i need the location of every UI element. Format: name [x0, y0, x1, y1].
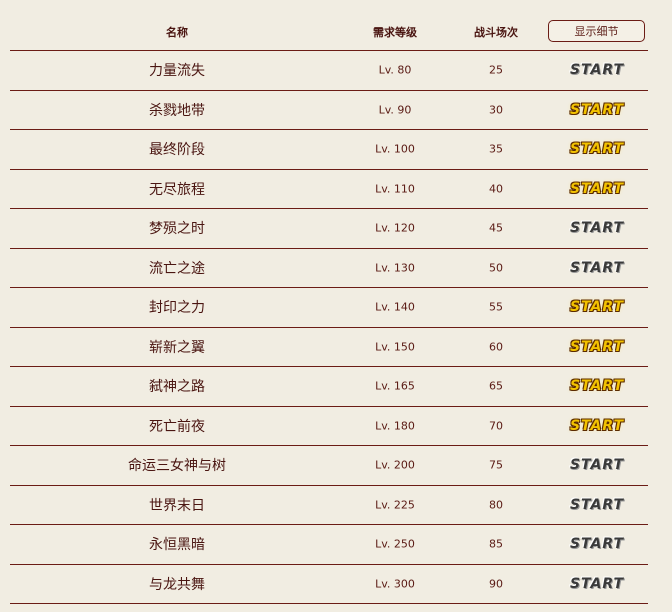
battle-count: 40 — [489, 182, 503, 196]
battle-count: 50 — [489, 261, 503, 275]
battle-count: 25 — [489, 63, 503, 77]
table-row: 力量流失 Lv. 80 25 START — [10, 51, 648, 91]
start-button[interactable]: START — [570, 339, 624, 355]
battle-count: 30 — [489, 103, 503, 117]
table-row: 无尽旅程 Lv. 110 40 START — [10, 170, 648, 209]
required-level: Lv. 80 — [378, 63, 412, 77]
quest-name: 永恒黑暗 — [149, 537, 205, 554]
start-button[interactable]: START — [570, 418, 624, 434]
quest-name: 命运三女神与树 — [128, 458, 226, 475]
start-button[interactable]: START — [570, 497, 624, 513]
battle-count: 85 — [489, 537, 503, 551]
table-row: 与龙共舞 Lv. 300 90 START — [10, 565, 648, 604]
battle-count: 90 — [489, 577, 503, 591]
quest-name: 力量流失 — [149, 63, 205, 80]
table-row: 世界末日 Lv. 225 80 START — [10, 486, 648, 525]
required-level: Lv. 225 — [375, 498, 415, 512]
start-button[interactable]: START — [570, 102, 624, 118]
required-level: Lv. 110 — [375, 182, 415, 196]
start-button[interactable]: START — [570, 299, 624, 315]
table-row: 永恒黑暗 Lv. 250 85 START — [10, 525, 648, 565]
quest-name: 死亡前夜 — [149, 418, 205, 435]
quest-name: 梦殒之时 — [149, 221, 205, 238]
quest-name: 弑神之路 — [149, 379, 205, 396]
quest-name: 杀戮地带 — [149, 102, 205, 119]
table-row: 最终阶段 Lv. 100 35 START — [10, 130, 648, 170]
quest-table: 名称 需求等级 战斗场次 显示细节 力量流失 Lv. 80 25 START 杀戮地带 L… — [0, 0, 672, 604]
column-header-name: 名称 — [166, 26, 188, 39]
battle-count: 60 — [489, 340, 503, 354]
start-button[interactable]: START — [570, 378, 624, 394]
column-header-battles: 战斗场次 — [474, 26, 518, 39]
battle-count: 65 — [489, 379, 503, 393]
table-row: 梦殒之时 Lv. 120 45 START — [10, 209, 648, 249]
start-button[interactable]: START — [570, 181, 624, 197]
start-button[interactable]: START — [570, 536, 624, 552]
table-row: 流亡之途 Lv. 130 50 START — [10, 249, 648, 288]
table-header: 名称 需求等级 战斗场次 显示细节 — [10, 0, 648, 51]
table-row: 弑神之路 Lv. 165 65 START — [10, 367, 648, 407]
quest-name: 世界末日 — [149, 497, 205, 514]
battle-count: 55 — [489, 300, 503, 314]
show-details-button[interactable]: 显示细节 — [548, 20, 645, 42]
required-level: Lv. 250 — [375, 537, 415, 551]
required-level: Lv. 165 — [375, 379, 415, 393]
quest-name: 崭新之翼 — [149, 339, 205, 356]
battle-count: 80 — [489, 498, 503, 512]
start-button[interactable]: START — [570, 141, 624, 157]
required-level: Lv. 200 — [375, 458, 415, 472]
start-button[interactable]: START — [570, 62, 624, 78]
table-body: 力量流失 Lv. 80 25 START 杀戮地带 Lv. 90 30 START 最终阶段 Lv… — [0, 51, 672, 604]
start-button[interactable]: START — [570, 576, 624, 592]
required-level: Lv. 120 — [375, 221, 415, 235]
required-level: Lv. 140 — [375, 300, 415, 314]
battle-count: 45 — [489, 221, 503, 235]
quest-name: 无尽旅程 — [149, 181, 205, 198]
battle-count: 35 — [489, 142, 503, 156]
required-level: Lv. 100 — [375, 142, 415, 156]
required-level: Lv. 180 — [375, 419, 415, 433]
start-button[interactable]: START — [570, 220, 624, 236]
table-row: 崭新之翼 Lv. 150 60 START — [10, 328, 648, 367]
battle-count: 70 — [489, 419, 503, 433]
required-level: Lv. 150 — [375, 340, 415, 354]
quest-name: 与龙共舞 — [149, 576, 205, 593]
start-button[interactable]: START — [570, 457, 624, 473]
start-button[interactable]: START — [570, 260, 624, 276]
quest-name: 流亡之途 — [149, 260, 205, 277]
required-level: Lv. 300 — [375, 577, 415, 591]
battle-count: 75 — [489, 458, 503, 472]
table-row: 命运三女神与树 Lv. 200 75 START — [10, 446, 648, 486]
table-row: 杀戮地带 Lv. 90 30 START — [10, 91, 648, 130]
table-row: 死亡前夜 Lv. 180 70 START — [10, 407, 648, 446]
table-row: 封印之力 Lv. 140 55 START — [10, 288, 648, 328]
quest-name: 最终阶段 — [149, 142, 205, 159]
quest-name: 封印之力 — [149, 300, 205, 317]
column-header-level: 需求等级 — [373, 26, 417, 39]
required-level: Lv. 90 — [378, 103, 412, 117]
required-level: Lv. 130 — [375, 261, 415, 275]
